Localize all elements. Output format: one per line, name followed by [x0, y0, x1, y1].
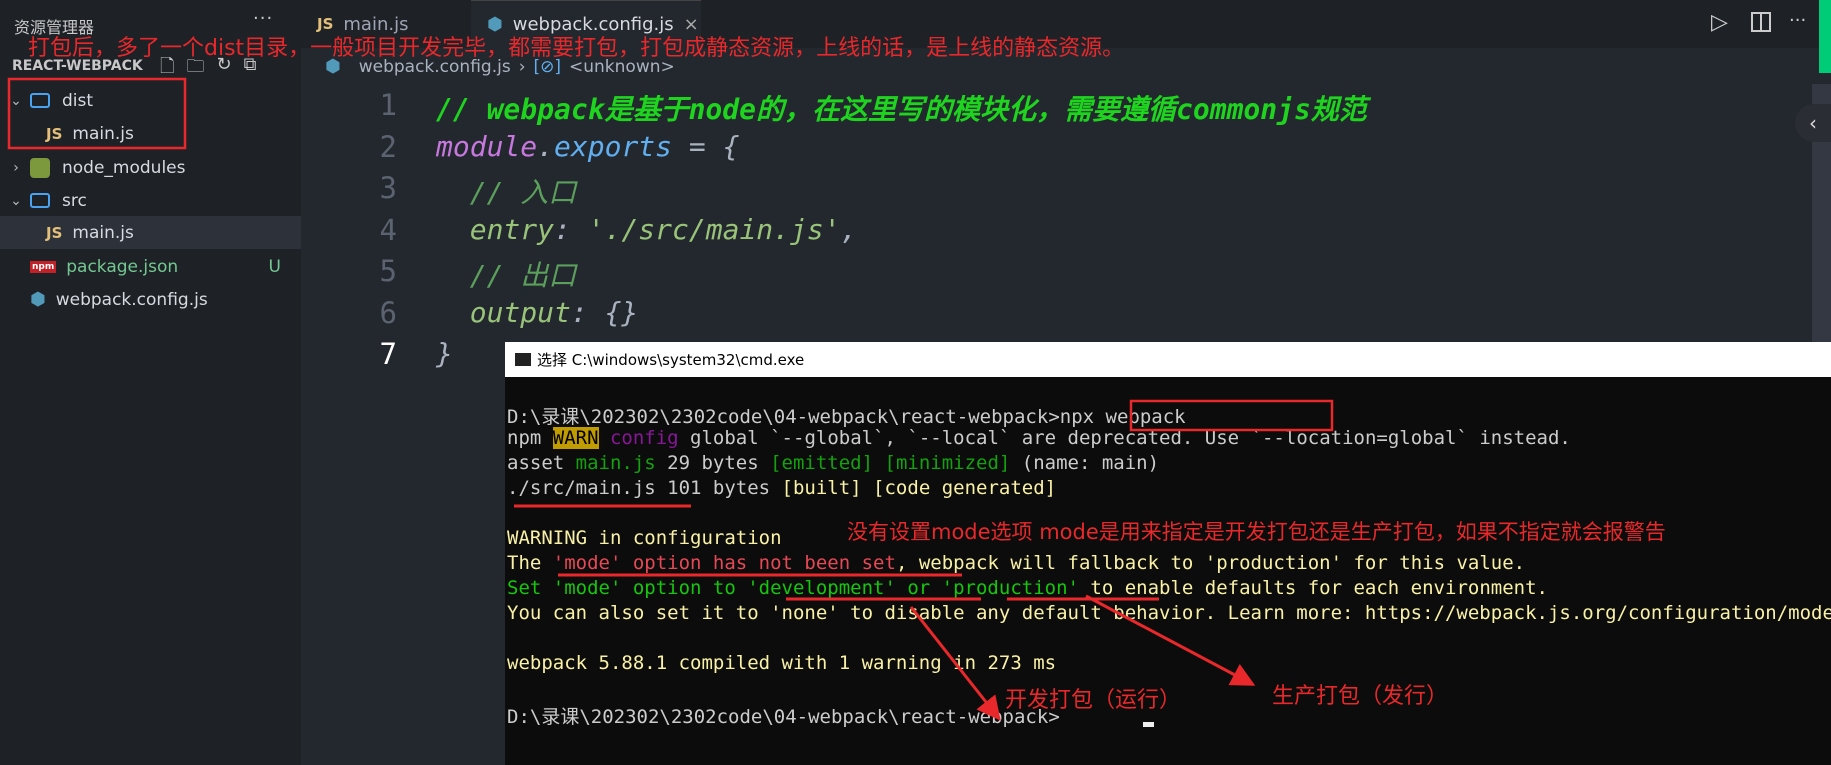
- prod-arrow: [1085, 594, 1256, 686]
- command-highlight-box: [1129, 399, 1334, 432]
- dist-highlight-box: [7, 77, 187, 150]
- annotation-overlay: [7, 77, 1334, 721]
- dev-arrow: [909, 606, 1001, 721]
